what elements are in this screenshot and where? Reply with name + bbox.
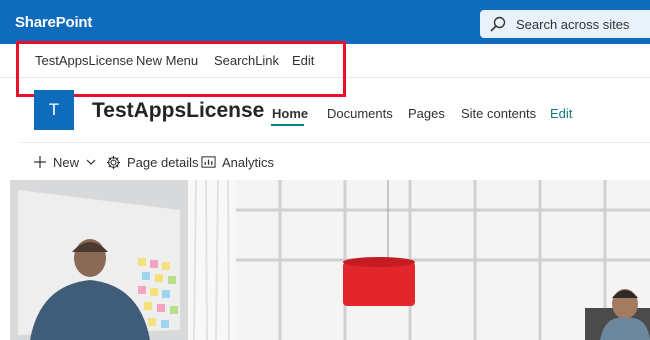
gear-icon (106, 155, 121, 169)
hub-item-new-menu[interactable]: New Menu (136, 53, 198, 68)
plus-icon (34, 156, 46, 168)
office-photo (10, 180, 650, 340)
hero-banner-image (10, 180, 650, 340)
chevron-down-icon (86, 159, 96, 165)
new-button[interactable]: New (33, 153, 103, 171)
page-details-button[interactable]: Page details (106, 153, 199, 171)
hub-item-testappslicense[interactable]: TestAppsLicense (35, 53, 133, 68)
active-nav-underline (271, 124, 304, 126)
hub-item-searchlink[interactable]: SearchLink (214, 53, 279, 68)
nav-item-edit[interactable]: Edit (550, 106, 572, 121)
nav-item-documents[interactable]: Documents (327, 106, 393, 121)
new-button-label: New (53, 154, 80, 170)
analytics-button[interactable]: Analytics (201, 153, 274, 171)
search-icon (490, 16, 506, 32)
search-placeholder: Search across sites (516, 17, 630, 32)
search-box[interactable]: Search across sites (480, 10, 650, 38)
page-details-label: Page details (127, 154, 199, 170)
hub-navigation: TestAppsLicense New Menu SearchLink Edit (0, 44, 650, 78)
app-launcher-brand[interactable]: SharePoint (15, 14, 92, 31)
site-logo[interactable]: T (34, 90, 74, 130)
nav-item-home[interactable]: Home (272, 106, 308, 121)
nav-item-site-contents[interactable]: Site contents (461, 106, 536, 121)
nav-item-pages[interactable]: Pages (408, 106, 445, 121)
header-divider (20, 142, 650, 143)
analytics-icon (201, 156, 216, 168)
site-title[interactable]: TestAppsLicense (92, 99, 264, 123)
analytics-label: Analytics (222, 154, 275, 170)
hub-item-edit[interactable]: Edit (292, 53, 314, 68)
suite-bar: SharePoint Search across sites (0, 0, 650, 44)
